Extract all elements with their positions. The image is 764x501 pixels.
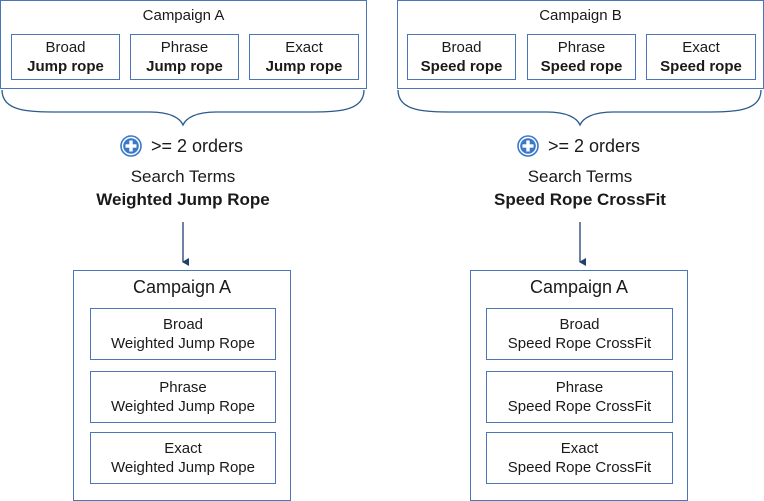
source-campaign-a: Campaign A Broad Jump rope Phrase Jump r… (0, 0, 367, 89)
rule-condition-left: >= 2 orders (120, 135, 243, 157)
ad-group-broad: Broad Weighted Jump Rope (90, 308, 276, 360)
match-type: Exact (560, 440, 599, 457)
match-type: Broad (559, 316, 600, 333)
keyword: Speed Rope CrossFit (507, 398, 652, 415)
match-type: Broad (162, 316, 204, 333)
keyword: Jump rope (146, 58, 223, 75)
source-campaign-title: Campaign B (539, 7, 622, 24)
match-type: Exact (285, 39, 323, 56)
keyword: Speed rope (660, 58, 742, 75)
ad-group-exact: Exact Speed rope (646, 34, 756, 80)
ad-group-phrase: Phrase Speed Rope CrossFit (486, 371, 673, 423)
match-type: Exact (682, 39, 720, 56)
plus-circle-icon (517, 135, 539, 157)
target-campaign-right: Campaign A Broad Speed Rope CrossFit Phr… (470, 270, 688, 501)
keyword: Speed Rope CrossFit (507, 335, 652, 352)
keyword: Weighted Jump Rope (111, 335, 255, 352)
target-campaign-left: Campaign A Broad Weighted Jump Rope Phra… (73, 270, 291, 501)
ad-group-exact: Exact Jump rope (249, 34, 359, 80)
ad-group-broad: Broad Jump rope (11, 34, 120, 80)
condition-text: >= 2 orders (151, 135, 244, 156)
match-type: Phrase (555, 379, 604, 396)
keyword: Jump rope (27, 58, 104, 75)
match-type: Broad (441, 39, 482, 56)
keyword: Jump rope (265, 58, 343, 75)
ad-group-phrase: Phrase Weighted Jump Rope (90, 371, 276, 423)
match-type: Phrase (160, 39, 209, 56)
ad-group-phrase: Phrase Speed rope (527, 34, 636, 80)
match-type: Broad (45, 39, 86, 56)
keyword: Weighted Jump Rope (111, 459, 255, 476)
keyword: Speed Rope CrossFit (507, 459, 652, 476)
source-campaign-b: Campaign B Broad Speed rope Phrase Speed… (397, 0, 764, 89)
keyword: Speed rope (540, 58, 623, 75)
keyword: Speed rope (420, 58, 503, 75)
search-terms-label-right: Search Terms (527, 167, 633, 186)
search-term-left: Weighted Jump Rope (96, 190, 270, 209)
brace-left (1, 89, 365, 127)
search-terms-label-left: Search Terms (130, 167, 236, 186)
target-campaign-title: Campaign A (529, 277, 629, 297)
rule-condition-right: >= 2 orders (517, 135, 640, 157)
condition-text: >= 2 orders (548, 135, 641, 156)
brace-right (397, 89, 762, 127)
match-type: Exact (164, 440, 202, 457)
ad-group-phrase: Phrase Jump rope (130, 34, 239, 80)
match-type: Phrase (159, 379, 207, 396)
search-term-right: Speed Rope CrossFit (494, 190, 666, 209)
match-type: Phrase (557, 39, 606, 56)
ad-group-exact: Exact Weighted Jump Rope (90, 432, 276, 484)
ad-group-broad: Broad Speed Rope CrossFit (486, 308, 673, 360)
ad-group-exact: Exact Speed Rope CrossFit (486, 432, 673, 484)
plus-circle-icon (120, 135, 142, 157)
keyword: Weighted Jump Rope (111, 398, 255, 415)
target-campaign-title: Campaign A (132, 277, 232, 297)
ad-group-broad: Broad Speed rope (407, 34, 516, 80)
source-campaign-title: Campaign A (142, 7, 225, 24)
